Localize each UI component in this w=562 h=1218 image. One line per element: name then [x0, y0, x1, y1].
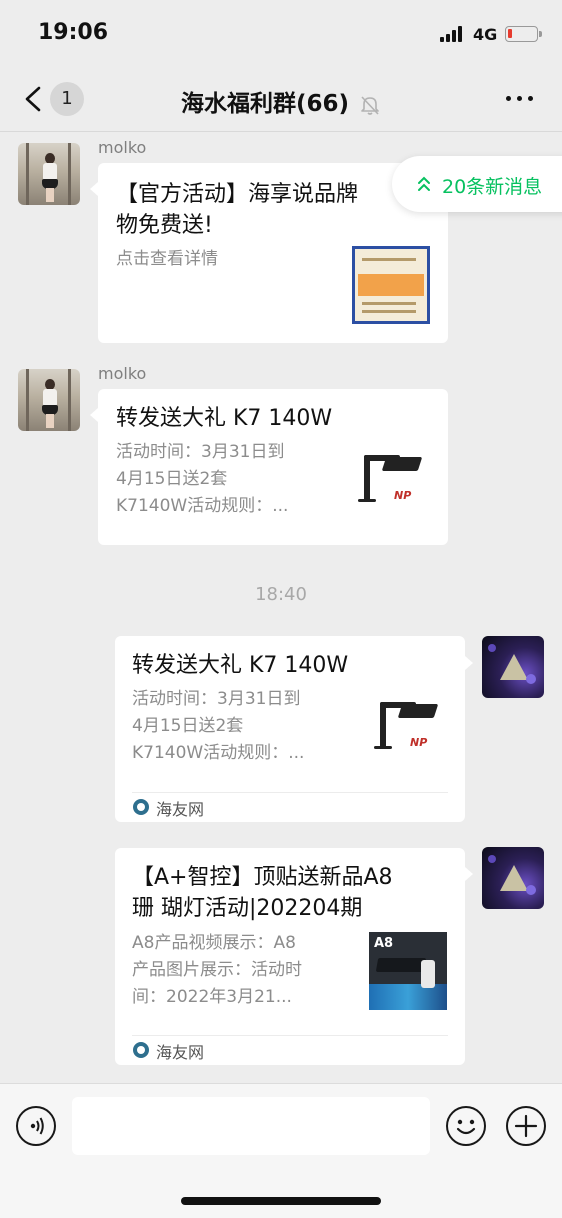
sender-name: molko — [98, 364, 147, 383]
more-options-button[interactable] — [500, 94, 540, 104]
card-description-line: 间：2022年3月21... — [132, 987, 292, 1007]
emoji-icon — [456, 1119, 476, 1135]
plus-icon — [514, 1114, 538, 1138]
avatar[interactable] — [18, 369, 80, 431]
status-bar: 19:06 4G — [0, 0, 562, 66]
card-description-line: A8产品视频展示：A8 — [132, 933, 296, 953]
battery-icon — [505, 26, 542, 42]
status-time: 19:06 — [38, 20, 109, 45]
sender-name: molko — [98, 138, 147, 157]
document-thumbnail-icon — [352, 246, 430, 324]
lamp-thumbnail-icon: NP — [354, 447, 434, 523]
chat-title[interactable]: 海水福利群(66) — [0, 84, 562, 118]
source-app-icon — [133, 1042, 149, 1058]
a8-thumbnail-icon: A8 — [369, 932, 447, 1010]
card-description: 点击查看详情 — [116, 249, 218, 269]
link-card[interactable]: 转发送大礼 K7 140W 活动时间：3月31日到 4月15日送2套 K7140… — [98, 389, 448, 545]
new-messages-label: 20条新消息 — [442, 176, 543, 198]
emoji-button[interactable] — [446, 1106, 486, 1146]
chat-nav-bar: 1 海水福利群(66) — [0, 66, 562, 132]
card-title-line: 【A+智控】顶贴送新品A8 — [132, 865, 393, 890]
card-title: 【A+智控】顶贴送新品A8 珊 瑚灯活动|202204期 — [132, 862, 452, 924]
brand-mark: NP — [410, 736, 428, 749]
card-description-line: 4月15日送2套 — [116, 469, 228, 489]
source-app-icon — [133, 799, 149, 815]
link-card[interactable]: 【A+智控】顶贴送新品A8 珊 瑚灯活动|202204期 A8产品视频展示：A8… — [115, 848, 465, 1065]
card-title: 转发送大礼 K7 140W — [132, 653, 349, 678]
lamp-thumbnail-icon: NP — [370, 694, 450, 770]
signal-icon — [440, 26, 464, 42]
card-description: 活动时间：3月31日到 4月15日送2套 K7140W活动规则：... — [116, 439, 346, 520]
card-title-line: 物免费送! — [116, 213, 213, 238]
card-description-line: 产品图片展示：活动时 — [132, 960, 302, 980]
bell-slash-icon — [361, 95, 379, 115]
card-description-line: K7140W活动规则：... — [132, 743, 305, 763]
home-indicator — [181, 1197, 381, 1205]
double-chevron-up-icon — [418, 176, 430, 191]
card-description-line: K7140W活动规则：... — [116, 496, 289, 516]
card-title-line: 【官方活动】海享说品牌 — [116, 182, 359, 207]
avatar[interactable] — [18, 143, 80, 205]
avatar[interactable] — [482, 636, 544, 698]
brand-mark: NP — [394, 489, 412, 502]
network-type: 4G — [473, 25, 498, 44]
thumb-label: A8 — [374, 936, 394, 951]
avatar[interactable] — [482, 847, 544, 909]
card-divider — [132, 792, 448, 793]
voice-button[interactable] — [16, 1106, 56, 1146]
card-title: 【官方活动】海享说品牌 物免费送! — [116, 179, 436, 241]
card-divider — [132, 1035, 448, 1036]
card-description-line: 活动时间：3月31日到 — [132, 689, 301, 709]
card-description: A8产品视频展示：A8 产品图片展示：活动时 间：2022年3月21... — [132, 930, 362, 1011]
card-description-line: 4月15日送2套 — [132, 716, 244, 736]
new-messages-button[interactable]: 20条新消息 — [392, 156, 562, 212]
card-description-line: 活动时间：3月31日到 — [116, 442, 285, 462]
card-source: 海友网 — [156, 1043, 205, 1062]
message-input[interactable] — [72, 1097, 430, 1155]
card-title: 转发送大礼 K7 140W — [116, 406, 333, 431]
voice-icon — [30, 1117, 44, 1135]
time-divider: 18:40 — [255, 584, 307, 605]
card-source: 海友网 — [156, 800, 205, 819]
add-button[interactable] — [506, 1106, 546, 1146]
link-card[interactable]: 转发送大礼 K7 140W 活动时间：3月31日到 4月15日送2套 K7140… — [115, 636, 465, 822]
card-description: 活动时间：3月31日到 4月15日送2套 K7140W活动规则：... — [132, 686, 362, 767]
card-title-line: 珊 瑚灯活动|202204期 — [132, 896, 363, 921]
chat-title-text: 海水福利群(66) — [180, 91, 349, 117]
